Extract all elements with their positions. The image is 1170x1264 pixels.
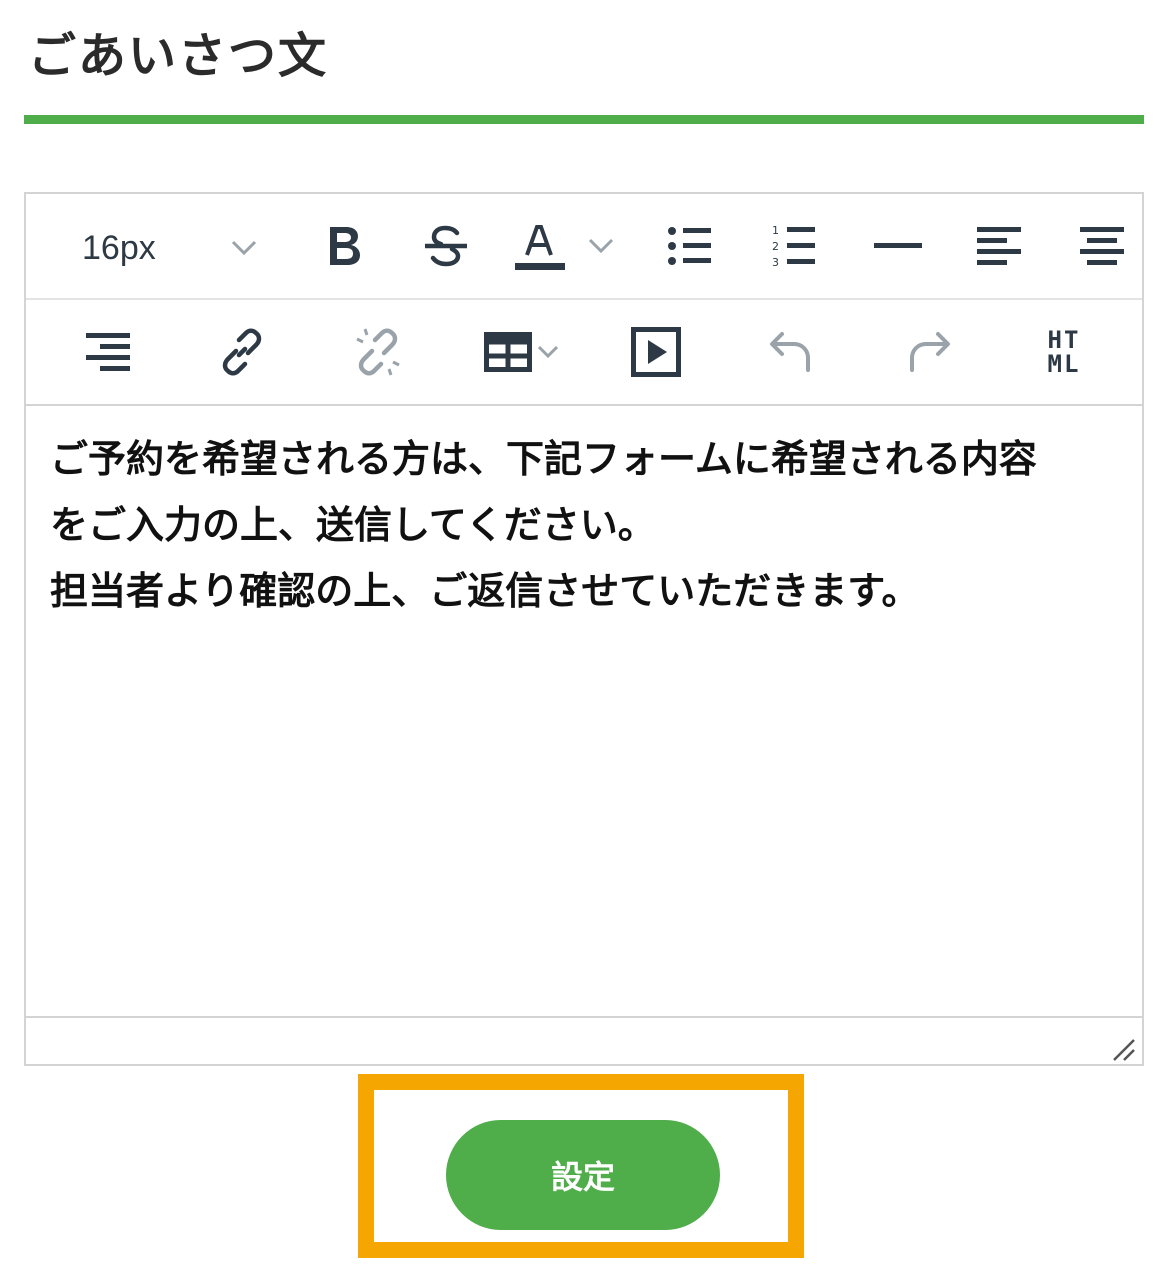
font-size-select[interactable]: 16px: [82, 220, 258, 276]
align-left-icon: [977, 227, 1021, 265]
content-line: 担当者より確認の上、ご返信させていただきます。: [50, 569, 920, 613]
bold-button[interactable]: [296, 218, 392, 274]
align-center-icon: [1080, 227, 1124, 265]
editor-content[interactable]: ご予約を希望される方は、下記フォームに希望される内容 をご入力の上、送信してくだ…: [50, 426, 1120, 624]
bullet-list-icon: [668, 227, 711, 265]
redo-button[interactable]: [882, 322, 978, 382]
bold-icon: [330, 227, 360, 265]
align-right-button[interactable]: [60, 324, 156, 380]
unlink-icon: [356, 328, 400, 376]
remove-link-button[interactable]: [330, 320, 426, 384]
align-right-icon: [86, 333, 130, 371]
chevron-down-icon: [588, 238, 614, 254]
svg-text:2: 2: [772, 240, 779, 253]
table-icon: [484, 332, 532, 372]
rich-text-editor: 16px 1 2 3 HT ML ご予約を希望される方は、下記フォームに希望され…: [24, 192, 1144, 1066]
numbered-list-icon: 1 2 3: [772, 224, 815, 269]
align-center-button[interactable]: [1054, 218, 1150, 274]
video-icon: [631, 327, 681, 377]
chevron-down-icon: [537, 345, 559, 359]
svg-text:1: 1: [772, 224, 779, 237]
toolbar-row-2: HT ML: [26, 300, 1142, 406]
horizontal-rule-icon: [874, 243, 922, 248]
strikethrough-icon: [425, 225, 467, 267]
bullet-list-button[interactable]: [642, 218, 738, 274]
link-icon: [222, 328, 262, 376]
chevron-down-icon: [231, 240, 257, 256]
resize-handle-icon[interactable]: [1110, 1036, 1138, 1064]
horizontal-rule-button[interactable]: [850, 218, 946, 274]
text-color-icon: [515, 225, 565, 270]
toolbar-row-1: 16px 1 2 3: [26, 194, 1142, 300]
undo-button[interactable]: [742, 322, 838, 382]
strikethrough-button[interactable]: [398, 218, 494, 274]
numbered-list-button[interactable]: 1 2 3: [746, 216, 842, 276]
text-color-button[interactable]: [492, 214, 632, 278]
title-underline: [24, 115, 1144, 124]
svg-text:3: 3: [772, 256, 779, 269]
html-icon-top: HT: [1047, 326, 1081, 354]
save-button[interactable]: 設定: [446, 1120, 720, 1230]
html-icon-bottom: ML: [1047, 350, 1081, 378]
redo-icon: [910, 332, 950, 372]
editor-status-bar: [26, 1016, 1142, 1066]
undo-icon: [770, 332, 810, 372]
insert-link-button[interactable]: [194, 320, 290, 384]
content-line: ご予約を希望される方は、下記フォームに希望される内容: [50, 437, 1037, 481]
insert-table-button[interactable]: [472, 322, 572, 382]
html-source-button[interactable]: HT ML: [1016, 320, 1112, 384]
content-line: をご入力の上、送信してください。: [50, 503, 656, 547]
align-left-button[interactable]: [952, 218, 1048, 274]
font-size-value: 16px: [82, 228, 156, 267]
page-title: ごあいさつ文: [28, 28, 329, 84]
insert-video-button[interactable]: [608, 320, 704, 384]
